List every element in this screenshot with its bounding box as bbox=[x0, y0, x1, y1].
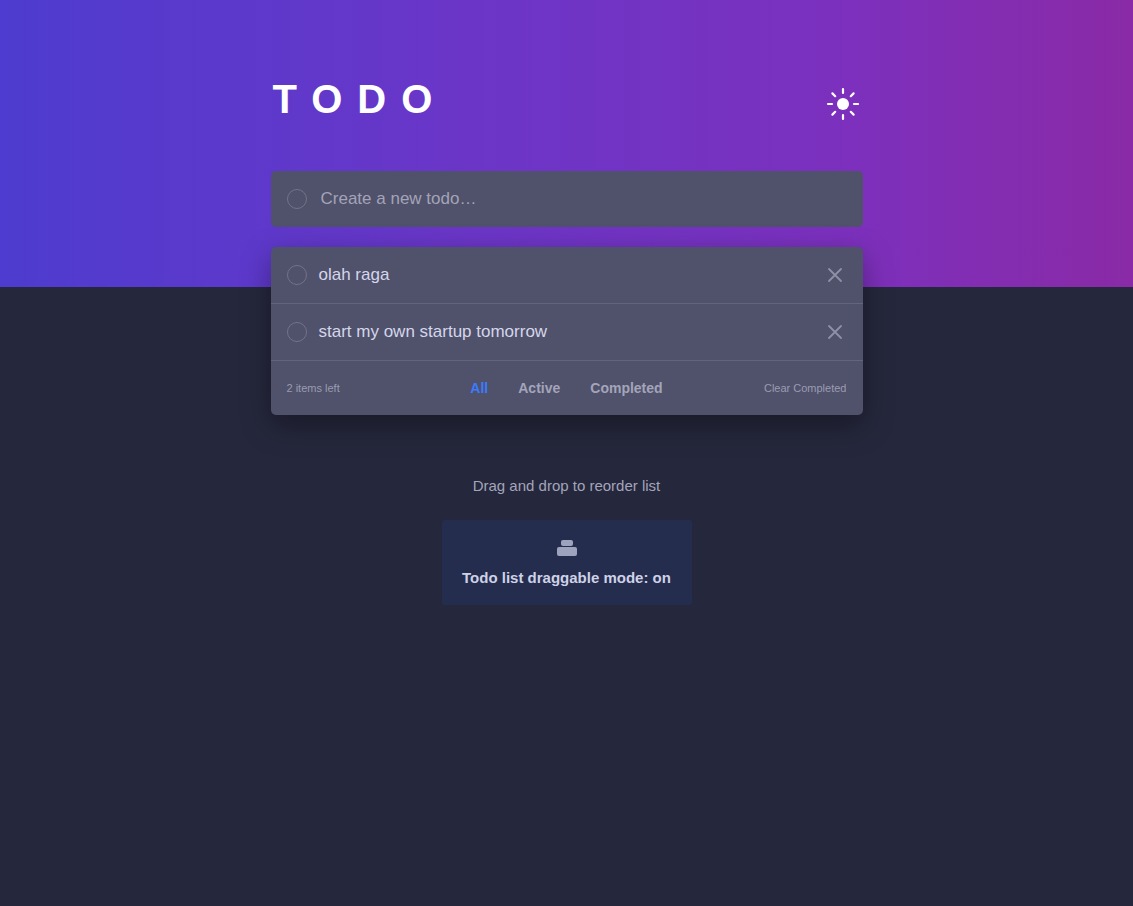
cross-icon bbox=[827, 267, 843, 283]
new-todo-circle-icon bbox=[287, 189, 307, 209]
cross-icon bbox=[827, 324, 843, 340]
filter-button[interactable]: All bbox=[470, 380, 488, 396]
drag-hint: Drag and drop to reorder list bbox=[271, 477, 863, 495]
items-left-count: 2 items left bbox=[287, 382, 397, 394]
list-footer: 2 items left All Active Completed Clear Comp… bbox=[271, 361, 863, 415]
todo-item[interactable]: start my own startup tomorrow bbox=[271, 304, 863, 361]
delete-button[interactable] bbox=[827, 324, 847, 340]
filter-button[interactable]: Completed bbox=[590, 380, 662, 396]
todo-text: start my own startup tomorrow bbox=[319, 322, 815, 342]
header: TODO bbox=[271, 0, 863, 121]
todo-checkbox[interactable] bbox=[287, 265, 307, 285]
new-todo-input[interactable] bbox=[319, 188, 847, 210]
stack-icon bbox=[556, 539, 578, 557]
page: TODO olah raga start my own startup tomorr… bbox=[0, 0, 1133, 906]
todo-list: olah raga start my own startup tomorrow 2 … bbox=[271, 247, 863, 415]
clear-completed-button[interactable]: Clear Completed bbox=[736, 382, 846, 394]
todo-app: TODO olah raga start my own startup tomorr… bbox=[271, 0, 863, 906]
app-title: TODO bbox=[273, 79, 448, 119]
draggable-mode-toggle[interactable]: Todo list draggable mode: on bbox=[442, 520, 692, 605]
theme-toggle-button[interactable] bbox=[826, 87, 860, 121]
todo-item[interactable]: olah raga bbox=[271, 247, 863, 304]
todo-text: olah raga bbox=[319, 265, 815, 285]
todo-checkbox[interactable] bbox=[287, 322, 307, 342]
filter-button[interactable]: Active bbox=[518, 380, 560, 396]
sun-icon bbox=[826, 87, 860, 121]
new-todo-field bbox=[271, 171, 863, 227]
draggable-mode-label: Todo list draggable mode: on bbox=[462, 569, 671, 586]
delete-button[interactable] bbox=[827, 267, 847, 283]
filter-group: All Active Completed bbox=[470, 380, 662, 396]
